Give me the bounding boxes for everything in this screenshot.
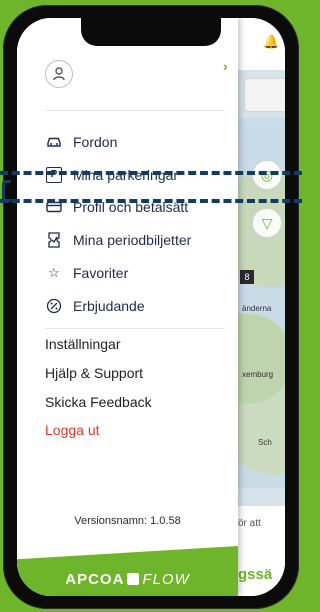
menu-item-profil[interactable]: Profil och betalsätt — [45, 197, 188, 217]
locate-icon[interactable]: ◎ — [252, 160, 282, 190]
map-label: änderna — [242, 304, 272, 313]
phone-notch — [81, 18, 221, 46]
menu-item-fordon[interactable]: Fordon — [45, 132, 117, 152]
menu-item-label: Mina parkeringar — [73, 167, 179, 183]
menu-item-label: Erbjudande — [73, 298, 145, 314]
bottom-card-partial: gssä — [238, 566, 273, 583]
map-label: xemburg — [242, 370, 274, 379]
version-label: Versionsnamn: 1.0.58 — [74, 515, 181, 527]
star-icon: ☆ — [48, 265, 60, 280]
user-icon — [53, 67, 65, 81]
avatar-icon[interactable] — [45, 60, 73, 88]
brand-bold: APCOA — [65, 571, 125, 588]
map-label: Sch — [258, 438, 272, 447]
logout-link[interactable]: Logga ut — [45, 422, 100, 438]
feedback-link[interactable]: Skicka Feedback — [45, 394, 152, 410]
bottom-card-text: ör att — [238, 518, 261, 529]
map-topbar: 🔔 — [238, 18, 285, 70]
menu-item-label: Profil och betalsätt — [73, 199, 189, 215]
filter-icon[interactable]: ▽ — [252, 208, 282, 238]
discount-icon — [45, 297, 63, 315]
map-view[interactable]: 🔔 ◎ ▽ 8 änderna xemburg Sch ör att gssä — [238, 18, 285, 596]
brand-light: FLOW — [142, 571, 190, 588]
map-badge: 8 — [240, 270, 254, 284]
navigation-drawer: › Fordon P Mina parkeringar Profil och b… — [17, 18, 238, 596]
map-bottom-card[interactable]: ör att gssä — [238, 506, 285, 596]
menu-item-erbjudande[interactable]: Erbjudande — [45, 296, 145, 316]
credit-card-icon — [45, 198, 63, 216]
apcoa-flow-logo: APCOA FLOW — [17, 571, 238, 588]
ticket-icon — [45, 231, 63, 249]
settings-link[interactable]: Inställningar — [45, 336, 121, 352]
divider — [45, 110, 225, 111]
divider — [45, 328, 225, 329]
highlight-bracket — [2, 180, 11, 202]
car-icon — [45, 133, 63, 151]
menu-item-mina-parkeringar[interactable]: P Mina parkeringar — [45, 165, 178, 185]
bell-icon[interactable]: 🔔 — [263, 34, 279, 50]
brand-box-icon — [127, 573, 140, 585]
menu-item-label: Fordon — [73, 134, 118, 150]
menu-item-favoriter[interactable]: ☆ Favoriter — [45, 263, 128, 283]
menu-item-label: Mina periodbiljetter — [73, 232, 192, 248]
map-search-box[interactable] — [244, 78, 285, 112]
menu-item-periodbiljetter[interactable]: Mina periodbiljetter — [45, 230, 191, 250]
screen: 🔔 ◎ ▽ 8 änderna xemburg Sch ör att gssä — [17, 18, 285, 596]
parking-icon: P — [45, 166, 63, 184]
phone-frame: 🔔 ◎ ▽ 8 änderna xemburg Sch ör att gssä — [3, 5, 299, 609]
chevron-right-icon[interactable]: › — [223, 58, 228, 74]
help-support-link[interactable]: Hjälp & Support — [45, 365, 143, 381]
menu-item-label: Favoriter — [73, 265, 129, 281]
